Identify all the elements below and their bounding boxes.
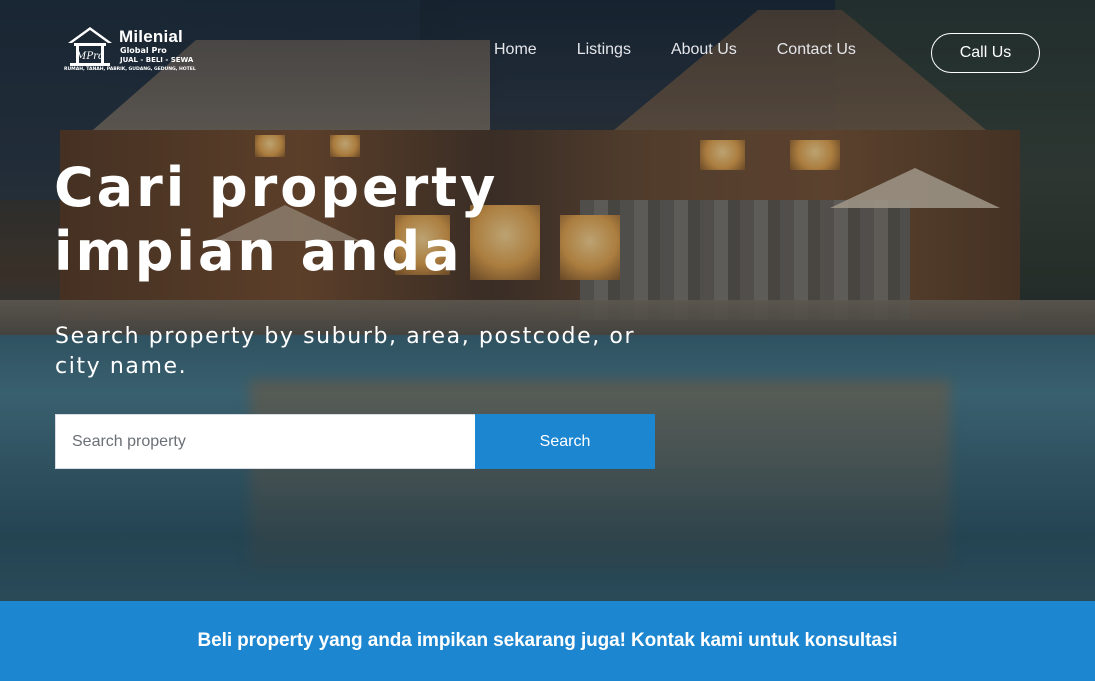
hero-headline-line-2: impian anda (54, 220, 463, 283)
nav-about-us[interactable]: About Us (671, 40, 737, 60)
logo-subtitle: Global Pro (120, 46, 167, 55)
nav-home[interactable]: Home (494, 40, 537, 60)
property-search-form: Search (55, 414, 655, 469)
cta-banner: Beli property yang anda impikan sekarang… (0, 601, 1095, 681)
hero-overlay (0, 0, 1095, 601)
logo-brand: Milenial (119, 27, 183, 46)
house-logo-icon: MPro (68, 27, 112, 66)
logo-mark-text: MPro (75, 51, 104, 62)
hero-headline: Cari property impian anda (54, 156, 654, 284)
hero-subheading: Search property by suburb, area, postcod… (55, 324, 636, 379)
search-input[interactable] (55, 414, 475, 469)
cta-banner-text: Beli property yang anda impikan sekarang… (197, 630, 898, 651)
nav-contact-us[interactable]: Contact Us (777, 40, 856, 60)
nav-listings[interactable]: Listings (577, 40, 631, 60)
hero-headline-line-1: Cari property (54, 156, 499, 219)
logo-categories: RUMAH, TANAH, PABRIK, GUDANG, GEDUNG, HO… (64, 67, 196, 72)
search-button[interactable]: Search (475, 414, 655, 469)
site-logo[interactable]: MPro Milenial Global Pro JUAL - BELI - S… (64, 25, 196, 77)
logo-tagline: JUAL - BELI - SEWA (120, 56, 194, 64)
main-nav: Home Listings About Us Contact Us (494, 40, 856, 60)
call-us-button[interactable]: Call Us (931, 33, 1040, 73)
hero-background-image (0, 0, 1095, 601)
